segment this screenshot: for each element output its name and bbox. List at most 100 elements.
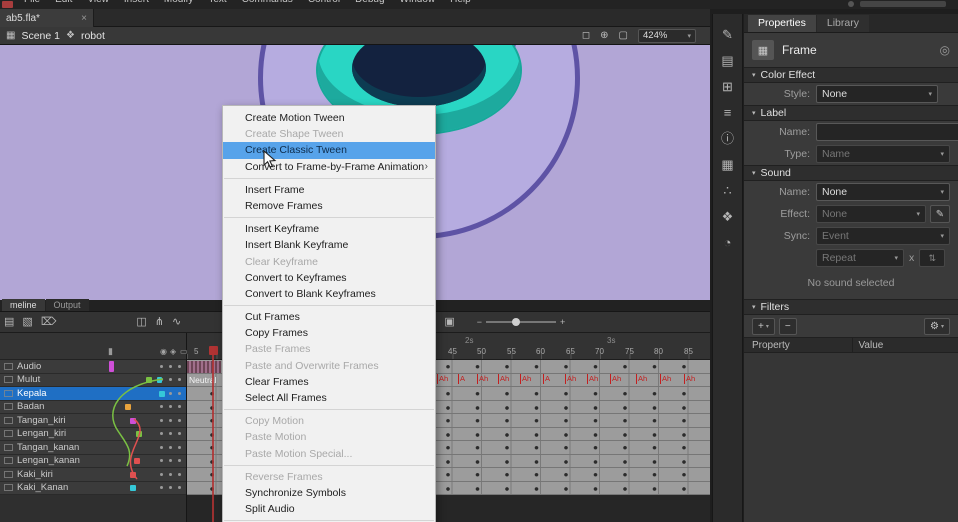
visibility-dot[interactable] — [160, 392, 163, 395]
menubar-item[interactable]: Text — [208, 0, 226, 9]
lock-dot[interactable] — [169, 486, 172, 489]
menubar-item[interactable]: Debug — [355, 0, 384, 9]
timeline-layer-row[interactable]: Lengan_kanan — [0, 455, 186, 469]
panel-options-icon[interactable]: ◎ — [940, 43, 950, 57]
panel-icon[interactable]: ✎ — [722, 28, 733, 41]
zoom-select[interactable]: 424% ▾ — [638, 29, 696, 43]
lock-dot[interactable] — [169, 432, 172, 435]
menu-item-convert-frame-by-frame[interactable]: Convert to Frame-by-Frame Animation › — [223, 159, 435, 175]
outline-dot[interactable] — [178, 473, 181, 476]
timeline-zoom-slider[interactable]: − + — [477, 318, 566, 327]
menu-item-create-classic-tween[interactable]: Create Classic Tween — [223, 142, 435, 158]
menu-item-create-motion-tween[interactable]: Create Motion Tween — [223, 110, 435, 126]
lock-dot[interactable] — [169, 446, 172, 449]
center-stage-icon[interactable]: ⊕ — [600, 30, 608, 41]
timeline-layer-row[interactable]: Badan — [0, 401, 186, 415]
clip-content-icon[interactable]: ▢ — [619, 30, 628, 41]
section-color-effect[interactable]: ▾ Color Effect — [744, 67, 958, 83]
lock-dot[interactable] — [169, 473, 172, 476]
timeline-layer-row[interactable]: Mulut — [0, 374, 186, 388]
slider-track[interactable] — [486, 321, 556, 323]
menubar-item[interactable]: Control — [308, 0, 340, 9]
disclosure-icon[interactable]: ▾ — [752, 71, 756, 79]
parenting-view-icon[interactable]: ⋔ — [155, 317, 164, 328]
panel-icon[interactable]: ▦ — [721, 158, 733, 171]
lock-dot[interactable] — [169, 419, 172, 422]
timeline-layer-row[interactable]: Kaki_kiri — [0, 468, 186, 482]
menubar-item[interactable]: Insert — [124, 0, 149, 9]
filter-options-button[interactable]: ⚙ ▾ — [924, 318, 950, 335]
menubar-item[interactable]: Help — [450, 0, 471, 9]
menubar-item[interactable]: Edit — [55, 0, 72, 9]
visibility-dot[interactable] — [160, 405, 163, 408]
menu-item-convert-to-keyframes[interactable]: Convert to Keyframes — [223, 270, 435, 286]
outline-dot[interactable] — [178, 365, 181, 368]
user-avatar[interactable] — [848, 1, 854, 7]
menu-item-select-all-frames[interactable]: Select All Frames — [223, 390, 435, 406]
app-logo-icon[interactable] — [2, 1, 13, 8]
breadcrumb-scene[interactable]: Scene 1 — [21, 30, 60, 42]
view-outline-icon[interactable]: ◻ — [582, 30, 590, 41]
timeline-layer-row[interactable]: Lengan_kiri — [0, 428, 186, 442]
disclosure-icon[interactable]: ▾ — [752, 303, 756, 311]
panel-icon[interactable]: ⊞ — [722, 80, 733, 93]
visibility-dot[interactable] — [160, 473, 163, 476]
menu-item-clear-frames[interactable]: Clear Frames — [223, 374, 435, 390]
playhead-line[interactable] — [212, 355, 214, 522]
visibility-dot[interactable] — [160, 486, 163, 489]
remove-filter-button[interactable]: − — [779, 318, 797, 335]
menu-item-insert-frame[interactable]: Insert Frame — [223, 182, 435, 198]
outline-dot[interactable] — [178, 446, 181, 449]
outline-dot[interactable] — [178, 378, 181, 381]
outline-dot[interactable] — [178, 405, 181, 408]
panel-icon[interactable]: ◔ — [724, 236, 732, 249]
panel-icon[interactable]: ∴ — [723, 184, 731, 197]
style-select[interactable]: None ▾ — [816, 85, 938, 103]
visibility-dot[interactable] — [160, 459, 163, 462]
new-layer-icon[interactable]: ▤ — [4, 317, 14, 328]
menu-item-insert-keyframe[interactable]: Insert Keyframe — [223, 221, 435, 237]
visibility-dot[interactable] — [160, 378, 163, 381]
outline-dot[interactable] — [178, 432, 181, 435]
new-folder-icon[interactable]: ▧ — [22, 317, 32, 328]
zoom-out-icon[interactable]: − — [477, 318, 482, 327]
outline-dot[interactable] — [178, 486, 181, 489]
sound-name-select[interactable]: None ▾ — [816, 183, 950, 201]
section-filters[interactable]: ▾ Filters — [744, 299, 958, 315]
breadcrumb-symbol[interactable]: robot — [81, 30, 105, 42]
outline-dot[interactable] — [178, 459, 181, 462]
outline-dot[interactable] — [178, 419, 181, 422]
menu-item-remove-frames[interactable]: Remove Frames — [223, 198, 435, 214]
tab-library[interactable]: Library — [817, 15, 869, 32]
filters-table-body[interactable] — [744, 353, 958, 522]
menubar-item[interactable]: Window — [400, 0, 436, 9]
menu-item-cut-frames[interactable]: Cut Frames — [223, 309, 435, 325]
tab-properties[interactable]: Properties — [748, 15, 816, 32]
playhead-marker[interactable] — [209, 346, 218, 355]
menu-item-insert-blank-keyframe[interactable]: Insert Blank Keyframe — [223, 237, 435, 253]
edit-sound-envelope-icon[interactable]: ✎ — [930, 205, 950, 223]
visibility-dot[interactable] — [160, 419, 163, 422]
menubar-item[interactable]: File — [24, 0, 40, 9]
close-tab-icon[interactable]: × — [81, 13, 87, 24]
menubar-item[interactable]: Modify — [164, 0, 193, 9]
panel-icon[interactable]: ▤ — [721, 54, 733, 67]
lock-dot[interactable] — [169, 392, 172, 395]
lock-column-icon[interactable]: ◈ — [170, 347, 176, 356]
menu-item-synchronize-symbols[interactable]: Synchronize Symbols — [223, 485, 435, 501]
graph-editor-icon[interactable]: ∿ — [172, 317, 181, 328]
panel-icon[interactable]: ⓘ — [721, 132, 734, 145]
add-filter-button[interactable]: + ▾ — [752, 318, 775, 335]
tab-output[interactable]: Output — [46, 299, 89, 311]
disclosure-icon[interactable]: ▾ — [752, 169, 756, 177]
visibility-dot[interactable] — [160, 446, 163, 449]
lock-dot[interactable] — [169, 378, 172, 381]
workspace-switcher[interactable] — [860, 1, 946, 7]
timeline-layer-row[interactable]: Audio — [0, 360, 186, 374]
panel-icon[interactable]: ❖ — [722, 210, 734, 223]
lock-dot[interactable] — [169, 405, 172, 408]
lock-dot[interactable] — [169, 365, 172, 368]
section-label[interactable]: ▾ Label — [744, 105, 958, 121]
tab-timeline[interactable]: meline — [2, 299, 45, 311]
document-tab[interactable]: ab5.fla* × — [0, 9, 94, 27]
